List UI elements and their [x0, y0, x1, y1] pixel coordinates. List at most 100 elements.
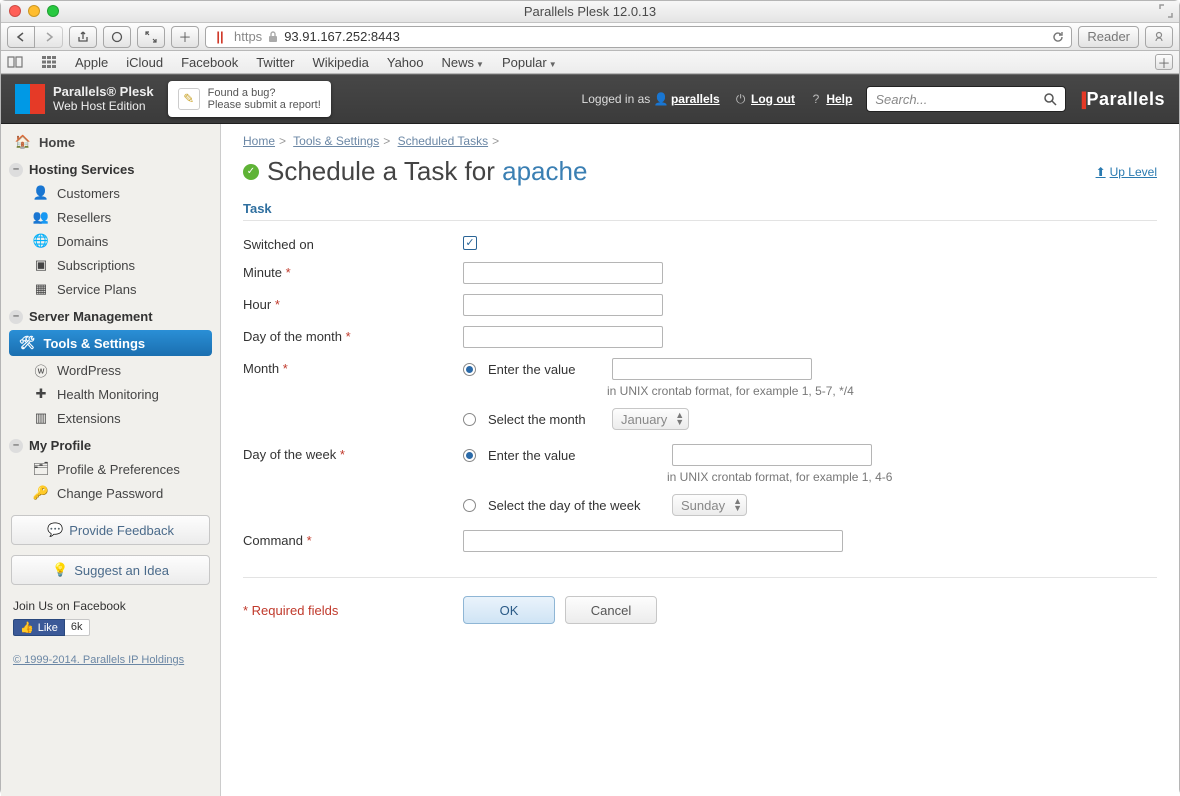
month-input[interactable]	[612, 358, 812, 380]
task-form: Switched on ✓ Minute * Hour * Day of the…	[243, 229, 1157, 624]
switched-on-checkbox[interactable]: ✓	[463, 236, 477, 250]
label-command: Command *	[243, 530, 463, 548]
product-logo[interactable]: Parallels® PleskWeb Host Edition	[15, 84, 154, 114]
copyright-link[interactable]: © 1999-2014. Parallels IP Holdings	[1, 638, 220, 666]
reading-list-icon[interactable]	[7, 54, 23, 70]
label-hour: Hour *	[243, 294, 463, 312]
command-input[interactable]	[463, 530, 843, 552]
bookmark-apple[interactable]: Apple	[75, 55, 108, 70]
extensions-icon: ▥	[33, 410, 49, 426]
url-scheme: https	[234, 29, 262, 44]
power-icon: ⏻	[734, 92, 748, 107]
sidebar-item-subscriptions[interactable]: ▣Subscriptions	[1, 253, 220, 277]
expand-button[interactable]	[137, 26, 165, 48]
globe-icon: 🌐	[33, 233, 49, 249]
month-enter-value-option[interactable]: Enter the value	[463, 358, 854, 380]
logout-group: ⏻ Log out	[734, 92, 795, 107]
forward-button[interactable]	[35, 26, 63, 48]
bookmark-wikipedia[interactable]: Wikipedia	[313, 55, 369, 70]
sidebar-section-profile[interactable]: –My Profile	[1, 430, 220, 457]
up-level-link[interactable]: ⬆Up Level	[1096, 165, 1157, 179]
facebook-like[interactable]: 👍Like 6k	[1, 617, 220, 638]
share-button[interactable]	[69, 26, 97, 48]
bookmark-facebook[interactable]: Facebook	[181, 55, 238, 70]
back-button[interactable]	[7, 26, 35, 48]
new-tab-button[interactable]: ＋	[1155, 54, 1173, 70]
add-button[interactable]: ＋	[171, 26, 199, 48]
bookmark-twitter[interactable]: Twitter	[256, 55, 294, 70]
section-task: Task	[243, 197, 1157, 221]
search-placeholder: Search...	[875, 92, 927, 107]
bookmark-bar: Apple iCloud Facebook Twitter Wikipedia …	[1, 51, 1179, 74]
radio-icon	[463, 449, 476, 462]
lock-icon	[268, 31, 278, 43]
bookmark-icloud[interactable]: iCloud	[126, 55, 163, 70]
crumb-scheduled[interactable]: Scheduled Tasks	[398, 134, 489, 148]
cancel-button[interactable]: Cancel	[565, 596, 657, 624]
reader-button[interactable]: Reader	[1078, 26, 1139, 48]
minute-input[interactable]	[463, 262, 663, 284]
dow-enter-value-option[interactable]: Enter the value	[463, 444, 892, 466]
sidebar-item-home[interactable]: 🏠Home	[1, 130, 220, 154]
home-icon: 🏠	[15, 134, 31, 150]
current-user-link[interactable]: parallels	[671, 92, 720, 106]
ok-button[interactable]: OK	[463, 596, 555, 624]
bug-report-button[interactable]: ✎ Found a bug?Please submit a report!	[168, 81, 331, 117]
dow-hint: in UNIX crontab format, for example 1, 4…	[667, 470, 892, 484]
sidebar-item-extensions[interactable]: ▥Extensions	[1, 406, 220, 430]
pencil-icon: ✎	[178, 88, 200, 110]
sidebar-item-profile-prefs[interactable]: 🗂Profile & Preferences	[1, 457, 220, 481]
collapse-icon: –	[9, 439, 23, 453]
crumb-home[interactable]: Home	[243, 134, 275, 148]
dom-input[interactable]	[463, 326, 663, 348]
close-window-button[interactable]	[9, 5, 21, 17]
sidebar-item-service-plans[interactable]: ▦Service Plans	[1, 277, 220, 301]
window-title: Parallels Plesk 12.0.13	[524, 4, 656, 19]
label-switched-on: Switched on	[243, 234, 463, 252]
sidebar-section-server[interactable]: –Server Management	[1, 301, 220, 328]
form-actions: * Required fields OK Cancel	[243, 577, 1157, 624]
dow-select-option[interactable]: Select the day of the week Sunday▲▼	[463, 494, 892, 516]
minimize-window-button[interactable]	[28, 5, 40, 17]
product-name: Parallels® PleskWeb Host Edition	[53, 85, 154, 113]
search-input[interactable]: Search...	[866, 86, 1066, 112]
zoom-window-button[interactable]	[47, 5, 59, 17]
dow-select[interactable]: Sunday▲▼	[672, 494, 747, 516]
radio-icon	[463, 499, 476, 512]
sidebar-item-resellers[interactable]: 👥Resellers	[1, 205, 220, 229]
address-bar[interactable]: || https 93.91.167.252:8443	[205, 26, 1072, 48]
main-content: Home> Tools & Settings> Scheduled Tasks>…	[221, 124, 1179, 796]
downloads-button[interactable]	[1145, 26, 1173, 48]
hour-input[interactable]	[463, 294, 663, 316]
fullscreen-icon[interactable]	[1159, 4, 1173, 18]
help-link[interactable]: Help	[826, 92, 852, 106]
health-icon: ✚	[33, 386, 49, 402]
crumb-tools[interactable]: Tools & Settings	[293, 134, 379, 148]
top-sites-icon[interactable]	[41, 54, 57, 70]
provide-feedback-button[interactable]: 💬Provide Feedback	[11, 515, 210, 545]
sidebar-item-wordpress[interactable]: ⓦWordPress	[1, 358, 220, 382]
logo-icon	[15, 84, 45, 114]
bug-report-text: Found a bug?Please submit a report!	[208, 87, 321, 111]
collapse-icon: –	[9, 163, 23, 177]
brand-bars-icon: ||	[1080, 89, 1084, 110]
bookmark-news[interactable]: News▼	[442, 55, 484, 70]
help-icon: ?	[809, 92, 823, 106]
sidebar-item-change-password[interactable]: 🔑Change Password	[1, 481, 220, 505]
suggest-idea-button[interactable]: 💡Suggest an Idea	[11, 555, 210, 585]
logout-link[interactable]: Log out	[751, 92, 795, 106]
reload-icon[interactable]	[1051, 30, 1065, 44]
logged-in-label: Logged in as 👤 parallels	[582, 92, 720, 106]
sidebar-section-hosting[interactable]: –Hosting Services	[1, 154, 220, 181]
month-select-option[interactable]: Select the month January▲▼	[463, 408, 854, 430]
sidebar-item-customers[interactable]: 👤Customers	[1, 181, 220, 205]
bookmark-popular[interactable]: Popular▼	[502, 55, 557, 70]
sidebar-item-domains[interactable]: 🌐Domains	[1, 229, 220, 253]
bookmark-yahoo[interactable]: Yahoo	[387, 55, 424, 70]
stop-button[interactable]	[103, 26, 131, 48]
month-select[interactable]: January▲▼	[612, 408, 689, 430]
dow-input[interactable]	[672, 444, 872, 466]
header-meta: Logged in as 👤 parallels ⏻ Log out ? Hel…	[582, 92, 853, 107]
sidebar-item-health[interactable]: ✚Health Monitoring	[1, 382, 220, 406]
sidebar-item-tools-settings[interactable]: 🛠Tools & Settings	[9, 330, 212, 356]
